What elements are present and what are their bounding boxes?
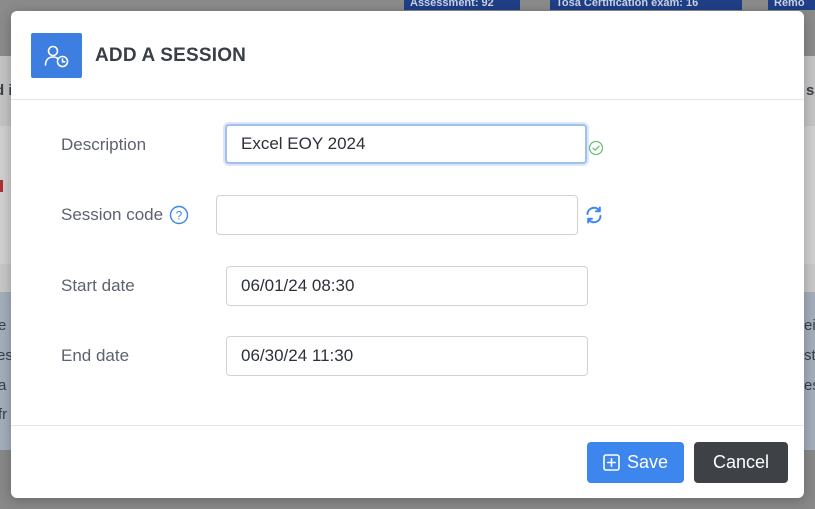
start-date-label: Start date bbox=[61, 276, 135, 295]
session-code-label: Session code ? bbox=[61, 205, 189, 225]
background-red-marker bbox=[0, 180, 3, 192]
save-button[interactable]: Save bbox=[587, 442, 684, 483]
session-code-label-text: Session code bbox=[61, 205, 164, 224]
background-text-fragment: es bbox=[804, 377, 815, 394]
svg-text:?: ? bbox=[176, 209, 183, 223]
description-input[interactable] bbox=[225, 124, 587, 164]
check-circle-icon bbox=[588, 140, 604, 156]
background-badge-certification: Tosa Certification exam: 16 bbox=[550, 0, 742, 10]
end-date-input[interactable] bbox=[226, 336, 588, 376]
background-text-fragment: s bbox=[806, 82, 815, 99]
modal-header: ADD A SESSION bbox=[11, 11, 804, 100]
modal-title: ADD A SESSION bbox=[95, 45, 247, 66]
question-circle-icon[interactable]: ? bbox=[169, 205, 189, 225]
session-code-input[interactable] bbox=[216, 195, 578, 235]
cancel-button-label: Cancel bbox=[712, 452, 770, 472]
save-button-label: Save bbox=[626, 452, 669, 472]
cancel-button[interactable]: Cancel bbox=[694, 442, 788, 483]
user-clock-icon bbox=[31, 33, 82, 78]
background-text-fragment: e bbox=[0, 317, 7, 334]
background-text-fragment: ei bbox=[804, 317, 815, 334]
background-text-fragment: fr bbox=[0, 406, 8, 423]
plus-square-icon bbox=[603, 454, 620, 471]
modal-footer: Save Cancel bbox=[11, 425, 804, 498]
end-date-label: End date bbox=[61, 346, 130, 365]
refresh-icon[interactable] bbox=[584, 205, 604, 225]
background-text-fragment: st bbox=[804, 347, 815, 364]
background-text-fragment: a bbox=[0, 377, 7, 394]
background-badge-remote: Remo bbox=[768, 0, 815, 10]
description-label: Description bbox=[61, 135, 147, 154]
add-session-modal: ADD A SESSION Description Session code ?… bbox=[11, 11, 804, 498]
start-date-input[interactable] bbox=[226, 266, 588, 306]
background-badge-assessment: Assessment: 92 bbox=[404, 0, 520, 10]
